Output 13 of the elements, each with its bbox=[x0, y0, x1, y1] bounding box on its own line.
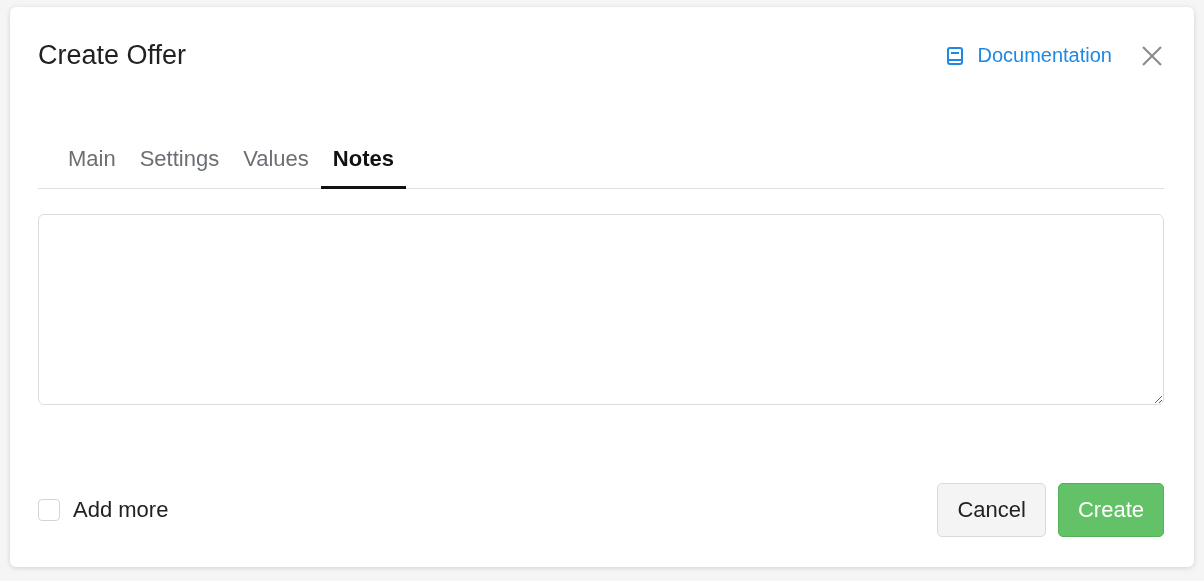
close-button[interactable] bbox=[1140, 43, 1164, 68]
add-more-label: Add more bbox=[73, 497, 170, 523]
book-icon bbox=[947, 46, 964, 65]
documentation-link[interactable]: Documentation bbox=[947, 44, 1112, 67]
add-more-checkbox[interactable] bbox=[38, 499, 60, 521]
cancel-button[interactable]: Cancel bbox=[937, 483, 1046, 537]
tab[interactable]: Values bbox=[231, 146, 321, 189]
tab[interactable]: Notes bbox=[320, 146, 406, 189]
notes-field[interactable] bbox=[38, 214, 1164, 405]
dialog-title: Create Offer bbox=[38, 40, 188, 71]
tab[interactable]: Main bbox=[56, 146, 128, 189]
close-icon bbox=[1141, 44, 1163, 67]
tab[interactable]: Settings bbox=[127, 146, 232, 189]
